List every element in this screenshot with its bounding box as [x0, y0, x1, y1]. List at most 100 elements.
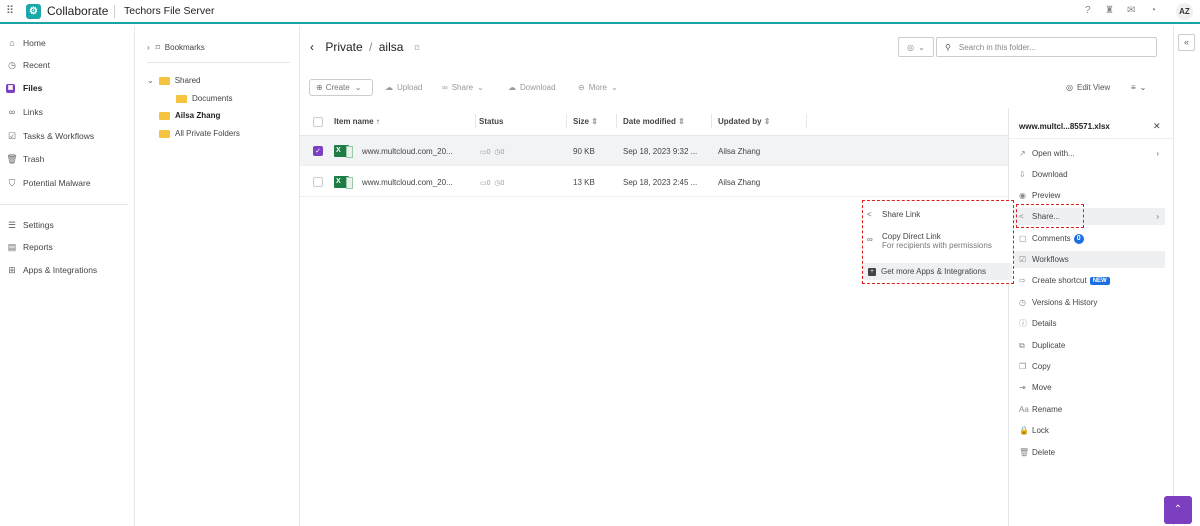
- breadcrumb-root[interactable]: Private: [325, 40, 362, 54]
- tree-all-private[interactable]: All Private Folders: [159, 127, 240, 140]
- app-name[interactable]: Collaborate: [47, 4, 108, 18]
- menu-item-label: Comments: [1032, 234, 1071, 243]
- help-icon[interactable]: ?: [1085, 5, 1091, 16]
- status-cell: ▭0 ◷0: [480, 180, 505, 187]
- menu-item-create-shortcut[interactable]: ⇨ Create shortcut NEW: [1009, 272, 1165, 289]
- menu-item-label: Workflows: [1032, 255, 1069, 264]
- select-all-checkbox[interactable]: [313, 117, 323, 127]
- menu-item-label: Delete: [1032, 448, 1056, 457]
- menu-item-delete[interactable]: 🗑 Delete: [1009, 444, 1165, 461]
- tree-bookmarks[interactable]: › ⌑ Bookmarks: [147, 41, 205, 54]
- menu-item-rename[interactable]: Aa Rename: [1009, 401, 1165, 418]
- menu-item-copy[interactable]: ❐ Copy: [1009, 358, 1165, 375]
- table-row[interactable]: X www.multcloud.com_20... ▭0 ◷0 13 KB Se…: [300, 167, 1008, 197]
- column-size[interactable]: Size ⇕: [573, 117, 598, 126]
- divider: [616, 114, 617, 128]
- collapse-panel-icon[interactable]: «: [1178, 34, 1195, 51]
- sidebar: ⌂ Home ◷ Recent ▣ Files ∞ Links ☑ Tasks & Wor…: [0, 26, 135, 526]
- list-view-button[interactable]: ≡ ⌄: [1131, 83, 1146, 92]
- sidebar-item-apps[interactable]: ⊞ Apps & Integrations: [6, 263, 97, 277]
- sidebar-item-trash[interactable]: 🗑 Trash: [6, 152, 44, 166]
- menu-item-open-with[interactable]: ↗ Open with... ›: [1009, 145, 1165, 162]
- menu-item-label: Move: [1032, 383, 1052, 392]
- tree-user-folder[interactable]: Ailsa Zhang: [159, 109, 220, 122]
- download-label: Download: [520, 83, 556, 92]
- create-button[interactable]: ⊕ Create ⌄: [309, 79, 373, 96]
- column-date[interactable]: Date modified ⇕: [623, 117, 685, 126]
- menu-item-versions[interactable]: ◷ Versions & History: [1009, 294, 1165, 311]
- link-icon: ∞: [867, 235, 873, 244]
- announcement-icon[interactable]: ✉: [1127, 5, 1135, 16]
- sidebar-item-links[interactable]: ∞ Links: [6, 105, 43, 119]
- shortcut-icon: ⇨: [1019, 276, 1026, 285]
- column-label: Item name: [334, 117, 374, 126]
- sidebar-item-label: Recent: [23, 60, 50, 70]
- row-checkbox[interactable]: ✓: [313, 146, 323, 156]
- sidebar-item-label: Potential Malware: [23, 178, 91, 188]
- training-icon[interactable]: ♜: [1105, 5, 1114, 16]
- excel-file-icon: X: [334, 176, 353, 189]
- sidebar-item-settings[interactable]: ☰ Settings: [6, 218, 54, 232]
- tree-shared[interactable]: ⌄ Shared: [147, 74, 201, 87]
- scroll-up-button[interactable]: ⌃: [1164, 496, 1192, 524]
- panel-title: www.multcl...85571.xlsx: [1019, 122, 1110, 131]
- file-name[interactable]: www.multcloud.com_20...: [362, 147, 453, 156]
- column-label: Updated by: [718, 117, 762, 126]
- menu-item-download[interactable]: ⇩ Download: [1009, 166, 1165, 183]
- menu-item-details[interactable]: ⓘ Details: [1009, 315, 1165, 332]
- divider: [475, 114, 476, 128]
- workflow-icon: ☑: [1019, 255, 1027, 264]
- submenu-label: Get more Apps & Integrations: [881, 267, 986, 276]
- column-updated-by[interactable]: Updated by ⇕: [718, 117, 771, 126]
- column-item-name[interactable]: Item name ↑: [334, 117, 380, 126]
- menu-item-lock[interactable]: 🔒 Lock: [1009, 422, 1165, 439]
- menu-item-comments[interactable]: ▢ Comments 0: [1009, 230, 1165, 247]
- avatar[interactable]: AZ: [1176, 3, 1193, 20]
- menu-item-preview[interactable]: ◉ Preview: [1009, 187, 1165, 204]
- sidebar-item-tasks[interactable]: ☑ Tasks & Workflows: [6, 129, 94, 143]
- lock-icon: 🔒: [1019, 426, 1029, 435]
- table-row[interactable]: ✓ X www.multcloud.com_20... ▭0 ◷0 90 KB …: [300, 136, 1008, 166]
- sort-icon: ⇕: [763, 117, 771, 126]
- trash-icon: 🗑: [1019, 448, 1030, 457]
- settings-icon: ☰: [7, 219, 17, 230]
- sidebar-item-files[interactable]: ▣ Files: [6, 81, 42, 95]
- close-icon[interactable]: ✕: [1153, 121, 1161, 132]
- row-checkbox[interactable]: [313, 177, 323, 187]
- menu-item-label: Open with...: [1032, 149, 1075, 158]
- menu-item-workflows[interactable]: ☑ Workflows: [1009, 251, 1165, 268]
- menu-item-duplicate[interactable]: ⧉ Duplicate: [1009, 337, 1165, 354]
- share-icon: <: [867, 210, 872, 219]
- back-icon[interactable]: ‹: [310, 40, 314, 54]
- bookmark-icon[interactable]: ⌑: [415, 43, 420, 53]
- chevron-down-icon: ⌄: [1139, 83, 1147, 92]
- bell-icon[interactable]: ◔: [1150, 5, 1156, 16]
- right-strip: [1173, 26, 1200, 526]
- download-button[interactable]: ☁ Download: [508, 83, 556, 92]
- submenu-share-link[interactable]: < Share Link: [867, 210, 1009, 219]
- file-name[interactable]: www.multcloud.com_20...: [362, 178, 453, 187]
- sidebar-item-malware[interactable]: ⛉ Potential Malware: [6, 176, 91, 190]
- filter-dropdown[interactable]: ◎ ⌄: [898, 37, 934, 57]
- search-input[interactable]: ⚲ Search in this folder...: [936, 37, 1157, 57]
- menu-item-label: Download: [1032, 170, 1068, 179]
- share-button[interactable]: ∞ Share ⌄: [442, 83, 484, 92]
- menu-item-move[interactable]: ⇥ Move: [1009, 379, 1165, 396]
- tree-documents[interactable]: Documents: [176, 92, 232, 105]
- sort-icon: ⇕: [591, 117, 598, 126]
- file-size: 13 KB: [573, 178, 595, 187]
- submenu-get-more-apps[interactable]: + Get more Apps & Integrations: [863, 263, 1012, 280]
- more-button[interactable]: ⊖ More ⌄: [578, 83, 618, 92]
- sidebar-item-reports[interactable]: ▤ Reports: [6, 240, 53, 254]
- edit-view-label: Edit View: [1076, 83, 1111, 92]
- column-status[interactable]: Status: [479, 117, 503, 126]
- sidebar-item-recent[interactable]: ◷ Recent: [6, 58, 50, 72]
- edit-view-button[interactable]: ◎ Edit View: [1066, 83, 1110, 92]
- excel-file-icon: X: [334, 145, 353, 158]
- collaborate-logo-icon[interactable]: ⚙: [26, 4, 41, 19]
- app-grid-icon[interactable]: ⠿: [6, 6, 17, 17]
- sidebar-item-home[interactable]: ⌂ Home: [6, 36, 45, 50]
- tree-label: All Private Folders: [175, 129, 240, 138]
- submenu-copy-direct-link[interactable]: ∞ Copy Direct Link For recipients with per…: [867, 232, 1009, 250]
- upload-button[interactable]: ☁ Upload: [385, 83, 422, 92]
